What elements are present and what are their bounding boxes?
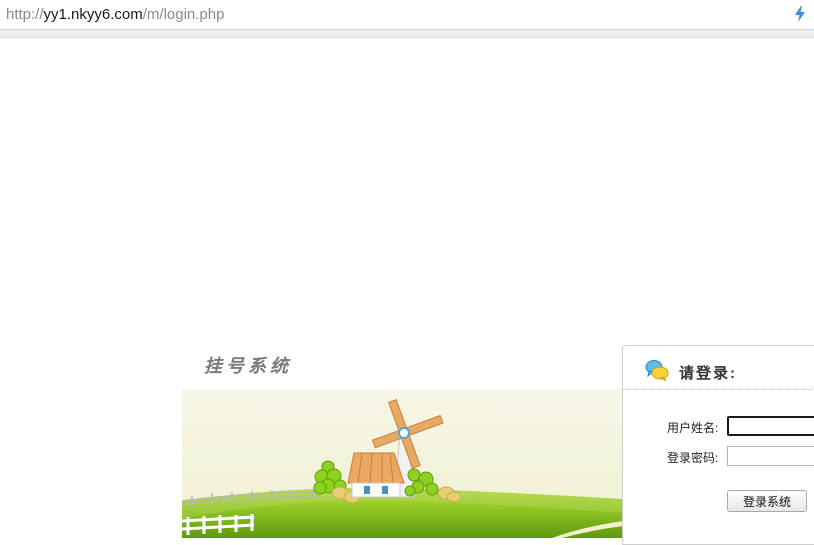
url-text[interactable]: http://yy1.nkyy6.com/m/login.php (6, 6, 224, 24)
address-bar[interactable]: http://yy1.nkyy6.com/m/login.php (0, 0, 814, 30)
username-label: 用户姓名: (667, 421, 719, 435)
url-host: yy1.nkyy6.com (43, 6, 143, 23)
toolbar-strip (0, 30, 814, 38)
login-submit-button[interactable]: 登录系统 (727, 490, 807, 512)
password-input[interactable] (727, 446, 814, 466)
url-scheme: http:// (6, 6, 44, 23)
login-header: 请登录: (623, 346, 814, 390)
login-panel: 请登录: 用户姓名: 登录密码: 登录系统 (622, 345, 814, 545)
chat-bubble-icon (645, 360, 669, 381)
username-input[interactable] (727, 416, 814, 436)
password-label: 登录密码: (667, 451, 719, 465)
farm-scene-illustration (182, 389, 623, 538)
banner-illustration (182, 389, 623, 538)
url-path: /m/login.php (142, 6, 225, 23)
login-heading: 请登录: (679, 365, 737, 382)
lightning-icon[interactable] (794, 6, 806, 22)
system-title: 挂号系统 (204, 356, 292, 377)
